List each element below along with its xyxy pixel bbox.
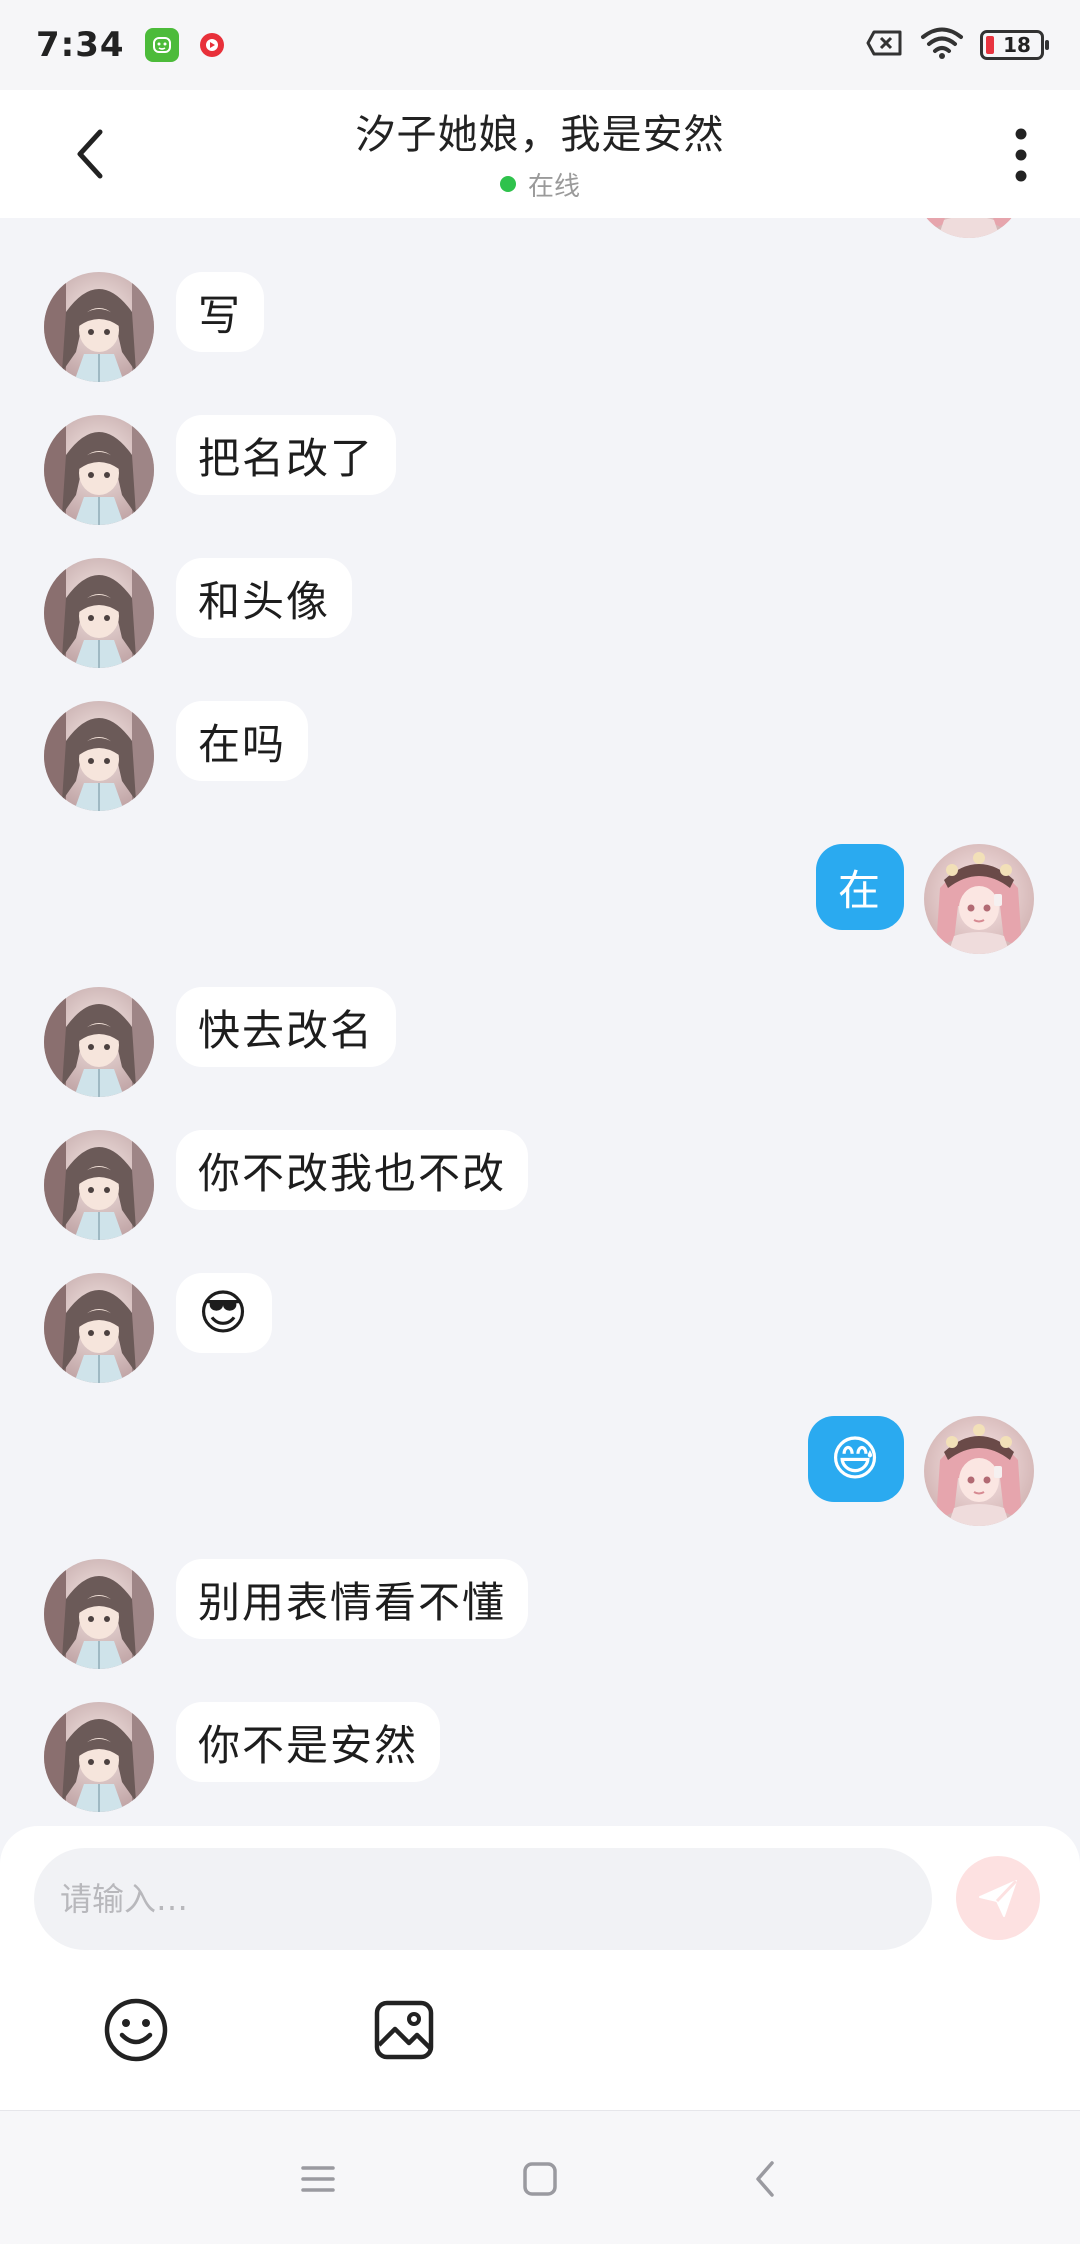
message-list[interactable]: 写 把名改了 和头像 在吗 在 快去改名 你不改我也不改 😎 😅 别用表情看不懂 xyxy=(0,218,1080,1826)
message-bubble[interactable]: 别用表情看不懂 xyxy=(176,1559,529,1639)
my-avatar[interactable] xyxy=(924,844,1034,954)
presence-status: 在线 xyxy=(499,166,580,203)
menu-icon xyxy=(301,2166,335,2192)
contact-avatar[interactable] xyxy=(44,1702,154,1812)
back-arrow-icon xyxy=(77,129,103,179)
composer xyxy=(0,1826,1080,2110)
message-incoming: 在吗 xyxy=(0,701,1080,813)
status-time: 7:34 xyxy=(36,25,125,65)
more-vertical-icon xyxy=(1015,128,1027,182)
contact-avatar[interactable] xyxy=(44,272,154,382)
message-bubble[interactable]: 写 xyxy=(176,272,265,352)
message-bubble-emoji[interactable]: 😎 xyxy=(176,1273,273,1353)
message-incoming: 你不改我也不改 xyxy=(0,1130,1080,1242)
more-options-button[interactable] xyxy=(996,120,1046,190)
message-bubble[interactable]: 快去改名 xyxy=(176,987,397,1067)
recent-apps-button[interactable] xyxy=(288,2149,348,2209)
image-button[interactable] xyxy=(362,1988,446,2072)
message-outgoing: 😅 xyxy=(0,1416,1080,1528)
home-icon xyxy=(523,2162,557,2196)
message-incoming: 😎 xyxy=(0,1273,1080,1385)
message-incoming: 快去改名 xyxy=(0,987,1080,1099)
message-bubble[interactable]: 在吗 xyxy=(176,701,309,781)
contact-avatar[interactable] xyxy=(44,987,154,1097)
sim-off-icon xyxy=(866,28,904,62)
message-incoming: 写 xyxy=(0,272,1080,384)
message-incoming: 和头像 xyxy=(0,558,1080,670)
online-dot-icon xyxy=(499,176,516,192)
contact-avatar[interactable] xyxy=(44,558,154,668)
message-input[interactable] xyxy=(34,1848,932,1950)
message-incoming: 你不是安然 xyxy=(0,1702,1080,1814)
contact-avatar[interactable] xyxy=(44,701,154,811)
battery-level: 18 xyxy=(1003,33,1031,57)
message-bubble-emoji[interactable]: 😅 xyxy=(807,1416,904,1502)
message-bubble[interactable]: 和头像 xyxy=(176,558,353,638)
my-avatar[interactable] xyxy=(924,1416,1034,1526)
home-button[interactable] xyxy=(510,2149,570,2209)
partial-avatar xyxy=(914,218,1024,238)
status-bar: 7:34 18 xyxy=(0,0,1080,90)
message-bubble[interactable]: 在 xyxy=(815,844,904,930)
battery-icon: 18 xyxy=(980,30,1049,60)
contact-avatar[interactable] xyxy=(44,1130,154,1240)
wifi-icon xyxy=(920,26,964,64)
message-bubble[interactable]: 把名改了 xyxy=(176,415,397,495)
system-back-button[interactable] xyxy=(736,2149,796,2209)
message-outgoing: 在 xyxy=(0,844,1080,956)
system-nav-bar xyxy=(0,2110,1080,2244)
message-incoming: 别用表情看不懂 xyxy=(0,1559,1080,1671)
back-button[interactable] xyxy=(62,122,118,186)
emoji-icon xyxy=(104,1998,168,2062)
back-icon xyxy=(756,2161,774,2197)
message-bubble[interactable]: 你不改我也不改 xyxy=(176,1130,529,1210)
image-icon xyxy=(374,2000,434,2060)
status-icons: 18 xyxy=(866,26,1049,64)
chat-title: 汐子她娘，我是安然 xyxy=(355,111,725,158)
contact-avatar[interactable] xyxy=(44,1273,154,1383)
chat-header: 汐子她娘，我是安然 在线 xyxy=(0,90,1080,218)
send-button[interactable] xyxy=(956,1856,1040,1940)
contact-avatar[interactable] xyxy=(44,1559,154,1669)
emoji-button[interactable] xyxy=(94,1988,178,2072)
contact-avatar[interactable] xyxy=(44,415,154,525)
message-incoming: 把名改了 xyxy=(0,415,1080,527)
video-app-icon xyxy=(195,28,229,62)
send-icon xyxy=(979,1879,1018,1917)
presence-label: 在线 xyxy=(527,171,580,202)
message-bubble[interactable]: 你不是安然 xyxy=(176,1702,441,1782)
chat-title-block: 汐子她娘，我是安然 在线 xyxy=(356,102,725,203)
app-notification-icon xyxy=(144,28,179,62)
